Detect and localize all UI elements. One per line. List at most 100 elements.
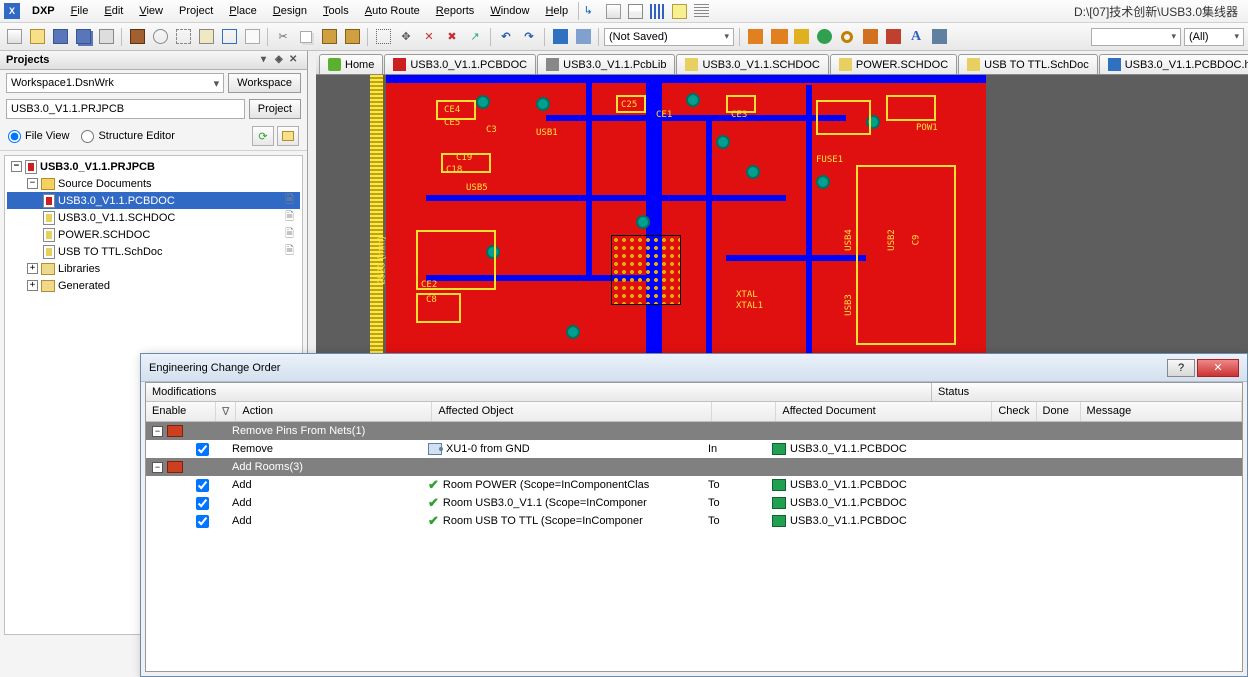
tab-home[interactable]: Home [319, 54, 383, 74]
tb-poly-icon[interactable] [883, 27, 903, 47]
expander-icon[interactable]: + [27, 280, 38, 291]
workspace-combo[interactable]: Workspace1.DsnWrk [6, 73, 224, 93]
col-sort-icon[interactable]: ∇ [216, 402, 236, 421]
tb-rect-icon[interactable] [860, 27, 880, 47]
tb-crossprobe-icon[interactable]: ↗ [465, 27, 485, 47]
tb-route1-icon[interactable] [745, 27, 765, 47]
tb-save-state-combo[interactable]: (Not Saved) [604, 28, 734, 46]
panel-pin-icon[interactable]: ◈ [275, 54, 287, 66]
tb-comp-icon[interactable] [929, 27, 949, 47]
tb-save-icon[interactable] [50, 27, 70, 47]
eco-titlebar[interactable]: Engineering Change Order ? ✕ [141, 354, 1247, 382]
tb-select-icon[interactable] [373, 27, 393, 47]
tb-undo-icon[interactable]: ↶ [496, 27, 516, 47]
menu-file[interactable]: File [63, 2, 97, 20]
eco-row-add-2[interactable]: Add ✔Room USB3.0_V1.1 (Scope=InComponer … [146, 494, 1242, 512]
tab-sch1[interactable]: USB3.0_V1.1.SCHDOC [676, 54, 828, 74]
tb-print-icon[interactable] [96, 27, 116, 47]
menu-window[interactable]: Window [482, 2, 537, 20]
pcb-board[interactable]: CE4 CE5 C3 C25 CE1 CE3 C19 C18 USB1 USB5… [386, 75, 986, 375]
tb-via-icon[interactable] [814, 27, 834, 47]
tb-refresh-icon[interactable] [242, 27, 262, 47]
tb-donut-icon[interactable] [837, 27, 857, 47]
tool-list-icon[interactable] [625, 1, 645, 21]
menu-reports[interactable]: Reports [428, 2, 483, 20]
tb-zoom-fit-icon[interactable] [173, 27, 193, 47]
tb-copy-icon[interactable] [296, 27, 316, 47]
tb-open-icon[interactable] [27, 27, 47, 47]
tb-zoom-win-icon[interactable] [196, 27, 216, 47]
menu-project[interactable]: Project [171, 2, 221, 20]
tb-deselect-icon[interactable]: ✕ [419, 27, 439, 47]
tool-page-icon[interactable] [603, 1, 623, 21]
col-enable[interactable]: Enable [146, 402, 216, 421]
eco-enable-checkbox[interactable] [196, 479, 209, 492]
fold-icon[interactable]: − [152, 462, 163, 473]
eco-row-add-1[interactable]: Add ✔Room POWER (Scope=InComponentClas T… [146, 476, 1242, 494]
tb-paste-special-icon[interactable] [342, 27, 362, 47]
expander-icon[interactable]: − [27, 178, 38, 189]
tree-sch3[interactable]: USB TO TTL.SchDoc 🗎 [7, 243, 300, 260]
tab-sch3[interactable]: USB TO TTL.SchDoc [958, 54, 1098, 74]
tool-align-icon[interactable] [647, 1, 667, 21]
eco-enable-checkbox[interactable] [196, 443, 209, 456]
col-check[interactable]: Check [992, 402, 1036, 421]
menu-autoroute[interactable]: Auto Route [357, 2, 428, 20]
tb-filter-combo[interactable]: (All) [1184, 28, 1244, 46]
tb-filter1-icon[interactable] [550, 27, 570, 47]
menu-view[interactable]: View [131, 2, 171, 20]
refresh-project-icon[interactable]: ⟳ [252, 126, 274, 146]
tab-htm[interactable]: USB3.0_V1.1.PCBDOC.htm [1099, 54, 1248, 74]
fold-icon[interactable]: − [152, 426, 163, 437]
tb-move-icon[interactable]: ✥ [396, 27, 416, 47]
tree-libraries[interactable]: + Libraries [7, 260, 300, 277]
tb-zoom-in-icon[interactable] [150, 27, 170, 47]
tb-clear-icon[interactable]: ✖ [442, 27, 462, 47]
tb-new-icon[interactable] [4, 27, 24, 47]
menu-dxp[interactable]: DXP [24, 2, 63, 20]
eco-enable-checkbox[interactable] [196, 497, 209, 510]
tb-paste-icon[interactable] [319, 27, 339, 47]
eco-group-remove-pins[interactable]: − Remove Pins From Nets(1) [146, 422, 1242, 440]
menu-edit[interactable]: Edit [96, 2, 131, 20]
col-document[interactable]: Affected Document [776, 402, 992, 421]
structure-radio[interactable]: Structure Editor [81, 130, 174, 143]
tool-curve-icon[interactable]: ↳ [581, 1, 601, 21]
tree-sch2[interactable]: POWER.SCHDOC 🗎 [7, 226, 300, 243]
panel-close-icon[interactable]: ✕ [289, 54, 301, 66]
tb-text-icon[interactable]: A [906, 27, 926, 47]
menu-design[interactable]: Design [265, 2, 315, 20]
col-done[interactable]: Done [1037, 402, 1081, 421]
project-input[interactable]: USB3.0_V1.1.PRJPCB [6, 99, 245, 119]
tool-grid-icon[interactable] [691, 1, 711, 21]
tab-sch2[interactable]: POWER.SCHDOC [830, 54, 957, 74]
tab-pcblib[interactable]: USB3.0_V1.1.PcbLib [537, 54, 675, 74]
eco-enable-checkbox[interactable] [196, 515, 209, 528]
tab-pcbdoc[interactable]: USB3.0_V1.1.PCBDOC [384, 54, 536, 74]
tb-zoom-sel-icon[interactable] [219, 27, 239, 47]
tb-route3-icon[interactable] [791, 27, 811, 47]
tb-route2-icon[interactable] [768, 27, 788, 47]
col-message[interactable]: Message [1081, 402, 1242, 421]
menu-tools[interactable]: Tools [315, 2, 357, 20]
expander-icon[interactable]: − [11, 161, 22, 172]
tb-cut-icon[interactable]: ✂ [273, 27, 293, 47]
col-object[interactable]: Affected Object [432, 402, 712, 421]
tree-src[interactable]: − Source Documents [7, 175, 300, 192]
project-button[interactable]: Project [249, 99, 301, 119]
panel-dropdown-icon[interactable]: ▾ [261, 54, 273, 66]
eco-row-add-3[interactable]: Add ✔Room USB TO TTL (Scope=InComponer T… [146, 512, 1242, 530]
eco-help-button[interactable]: ? [1167, 359, 1195, 377]
tree-root[interactable]: − USB3.0_V1.1.PRJPCB [7, 158, 300, 175]
tree-generated[interactable]: + Generated [7, 277, 300, 294]
tree-sch1[interactable]: USB3.0_V1.1.SCHDOC 🗎 [7, 209, 300, 226]
expander-icon[interactable]: + [27, 263, 38, 274]
tool-note-icon[interactable] [669, 1, 689, 21]
tb-layer-combo[interactable] [1091, 28, 1181, 46]
eco-close-button[interactable]: ✕ [1197, 359, 1239, 377]
tb-saveall-icon[interactable] [73, 27, 93, 47]
tb-filter2-icon[interactable] [573, 27, 593, 47]
menu-help[interactable]: Help [537, 2, 576, 20]
tree-pcbdoc[interactable]: USB3.0_V1.1.PCBDOC 🗎 [7, 192, 300, 209]
fileview-radio[interactable]: File View [8, 130, 69, 143]
